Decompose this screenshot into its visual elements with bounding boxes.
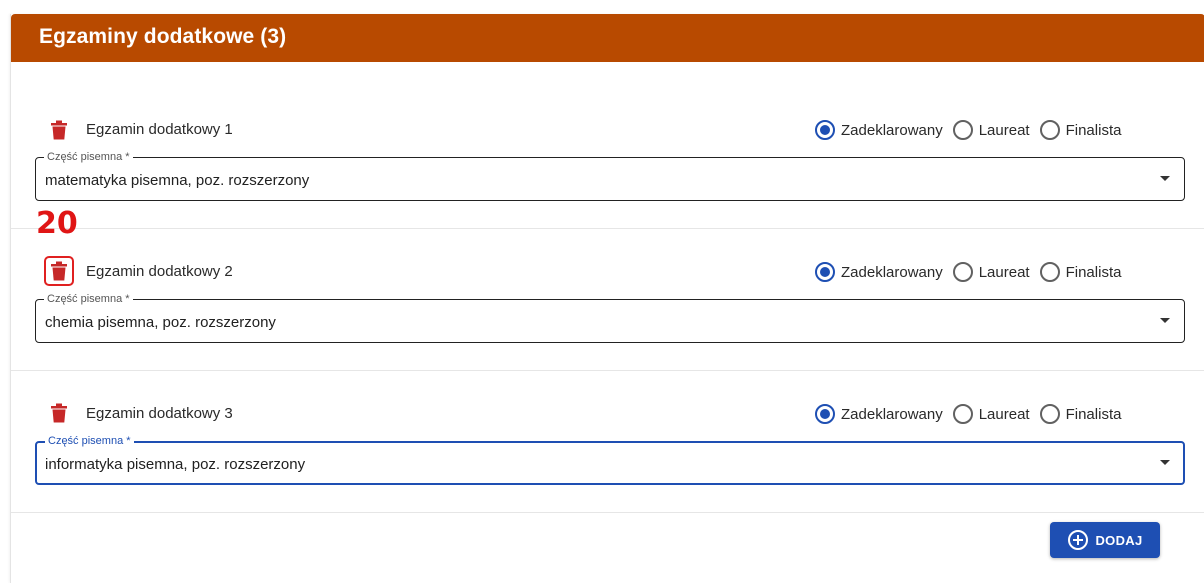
exam-1-written-part-select[interactable]: Część pisemna * matematyka pisemna, poz.… xyxy=(35,151,1185,201)
additional-exams-card: Egzaminy dodatkowe (3) Egzamin dodatkowy… xyxy=(10,14,1204,583)
add-button-label: DODAJ xyxy=(1095,532,1143,548)
divider xyxy=(11,512,1204,513)
exam-2-status-radio-group: Zadeklarowany Laureat Finalista xyxy=(815,260,1131,284)
exam-3-radio-finalista[interactable]: Finalista xyxy=(1039,404,1132,424)
delete-exam-1-button[interactable] xyxy=(44,115,74,145)
radio-unchecked-icon xyxy=(1039,404,1060,424)
card-title: Egzaminy dodatkowe (3) xyxy=(39,25,287,48)
trash-icon xyxy=(51,403,67,423)
field-label: Część pisemna * xyxy=(45,435,134,447)
radio-unchecked-icon xyxy=(952,262,973,282)
exam-2-radio-zadeklarowany[interactable]: Zadeklarowany xyxy=(815,262,953,282)
field-value: matematyka pisemna, poz. rozszerzony xyxy=(45,172,310,189)
radio-checked-icon xyxy=(815,404,835,424)
dropdown-arrow-icon xyxy=(1160,460,1170,465)
trash-icon xyxy=(51,120,67,140)
exam-2-written-part-select[interactable]: Część pisemna * chemia pisemna, poz. roz… xyxy=(35,293,1185,343)
dropdown-arrow-icon xyxy=(1160,176,1170,181)
exam-1-status-radio-group: Zadeklarowany Laureat Finalista xyxy=(815,118,1131,142)
exam-3-status-radio-group: Zadeklarowany Laureat Finalista xyxy=(815,402,1131,426)
exam-2-label: Egzamin dodatkowy 2 xyxy=(86,263,233,280)
exam-3-radio-laureat[interactable]: Laureat xyxy=(952,404,1040,424)
exam-3-radio-zadeklarowany[interactable]: Zadeklarowany xyxy=(815,404,953,424)
exam-3-label: Egzamin dodatkowy 3 xyxy=(86,405,233,422)
exam-3-written-part-select[interactable]: Część pisemna * informatyka pisemna, poz… xyxy=(35,435,1185,485)
field-value: chemia pisemna, poz. rozszerzony xyxy=(45,314,276,331)
annotation-badge: 20 xyxy=(36,206,78,241)
divider xyxy=(11,228,1204,229)
trash-icon xyxy=(51,261,67,281)
exam-1-radio-finalista[interactable]: Finalista xyxy=(1039,120,1132,140)
exam-1-radio-laureat[interactable]: Laureat xyxy=(952,120,1040,140)
radio-checked-icon xyxy=(815,262,835,282)
divider xyxy=(11,370,1204,371)
field-label: Część pisemna * xyxy=(44,293,133,305)
plus-circle-icon xyxy=(1068,530,1089,550)
radio-unchecked-icon xyxy=(952,404,973,424)
exam-2-radio-laureat[interactable]: Laureat xyxy=(952,262,1040,282)
radio-unchecked-icon xyxy=(952,120,973,140)
delete-exam-2-button[interactable] xyxy=(44,256,74,286)
radio-unchecked-icon xyxy=(1039,120,1060,140)
exam-2-radio-finalista[interactable]: Finalista xyxy=(1039,262,1132,282)
exam-1-radio-zadeklarowany[interactable]: Zadeklarowany xyxy=(815,120,953,140)
radio-checked-icon xyxy=(815,120,835,140)
radio-unchecked-icon xyxy=(1039,262,1060,282)
dropdown-arrow-icon xyxy=(1160,318,1170,323)
add-exam-button[interactable]: DODAJ xyxy=(1050,522,1160,558)
exam-1-label: Egzamin dodatkowy 1 xyxy=(86,121,233,138)
delete-exam-3-button[interactable] xyxy=(44,398,74,428)
card-header: Egzaminy dodatkowe (3) xyxy=(11,14,1204,62)
field-value: informatyka pisemna, poz. rozszerzony xyxy=(45,456,306,473)
field-label: Część pisemna * xyxy=(44,151,133,163)
